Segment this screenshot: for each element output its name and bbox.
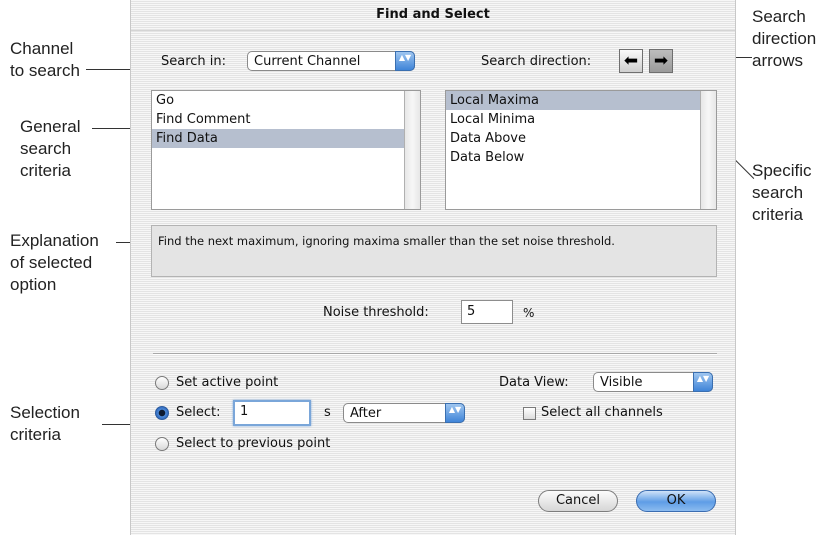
popup-arrows-icon: ▲▼ <box>693 372 713 392</box>
callout-line: direction <box>752 29 817 48</box>
search-in-popup[interactable]: Current Channel ▲▼ <box>247 51 415 71</box>
general-criteria-list[interactable]: Go Find Comment Find Data <box>151 90 421 210</box>
noise-threshold-unit: % <box>523 306 535 320</box>
select-relation-popup[interactable]: After ▲▼ <box>343 403 465 423</box>
set-active-point-radio[interactable] <box>155 376 169 390</box>
list-item[interactable]: Find Data <box>152 129 420 148</box>
select-label: Select: <box>176 405 221 420</box>
list-item[interactable]: Local Maxima <box>446 91 716 110</box>
callout-line: search <box>20 139 72 158</box>
cancel-button[interactable]: Cancel <box>538 490 618 512</box>
specific-criteria-list[interactable]: Local Maxima Local Minima Data Above Data B… <box>445 90 717 210</box>
general-list-scrollbar[interactable] <box>404 91 420 209</box>
callout-line: option <box>10 275 57 294</box>
popup-arrows-icon: ▲▼ <box>395 51 415 71</box>
separator <box>153 353 717 355</box>
noise-threshold-input[interactable]: 5 <box>461 300 513 324</box>
select-radio[interactable] <box>155 406 169 420</box>
callout-line: criteria <box>10 425 62 444</box>
data-view-popup[interactable]: Visible ▲▼ <box>593 372 713 392</box>
callout-general-search-criteria: General search criteria <box>20 116 80 182</box>
ok-button-label: OK <box>666 493 686 508</box>
callout-explanation: Explanation of selected option <box>10 230 99 296</box>
select-all-channels-label: Select all channels <box>541 405 663 420</box>
callout-line: Specific <box>752 161 812 180</box>
list-item[interactable]: Find Comment <box>152 110 420 129</box>
specific-list-scrollbar[interactable] <box>700 91 716 209</box>
callout-search-direction-arrows: Search direction arrows <box>752 6 816 72</box>
callout-line: Search <box>752 7 806 26</box>
ok-button[interactable]: OK <box>636 490 716 512</box>
select-relation-value: After <box>350 406 382 421</box>
list-item[interactable]: Local Minima <box>446 110 716 129</box>
search-backward-button[interactable]: ⬅ <box>619 49 643 73</box>
select-to-previous-point-label: Select to previous point <box>176 436 331 451</box>
find-and-select-dialog: Find and Select Search in: Current Chann… <box>130 0 736 535</box>
callout-selection-criteria: Selection criteria <box>10 402 80 446</box>
callout-line: criteria <box>752 205 804 224</box>
arrow-left-icon: ⬅ <box>623 51 639 71</box>
search-forward-button[interactable]: ➡ <box>649 49 673 73</box>
callout-line: to search <box>10 61 80 80</box>
callout-line: criteria <box>20 161 72 180</box>
callout-line: of selected <box>10 253 93 272</box>
popup-arrows-icon: ▲▼ <box>445 403 465 423</box>
callout-line: arrows <box>752 51 804 70</box>
callout-line: Channel <box>10 39 74 58</box>
dialog-title: Find and Select <box>131 0 735 31</box>
select-to-previous-point-radio[interactable] <box>155 437 169 451</box>
list-item[interactable]: Data Below <box>446 148 716 167</box>
callout-line: search <box>752 183 804 202</box>
callout-channel-to-search: Channel to search <box>10 38 80 82</box>
search-in-label: Search in: <box>161 54 227 69</box>
select-all-channels-checkbox[interactable] <box>523 407 536 420</box>
explanation-text: Find the next maximum, ignoring maxima s… <box>158 234 615 248</box>
callout-line: Explanation <box>10 231 99 250</box>
select-duration-input[interactable]: 1 <box>233 400 311 426</box>
select-duration-value: 1 <box>240 404 249 419</box>
data-view-label: Data View: <box>499 375 569 390</box>
callout-line: Selection <box>10 403 80 422</box>
list-item[interactable]: Data Above <box>446 129 716 148</box>
search-direction-label: Search direction: <box>481 54 592 69</box>
leader-line-general <box>92 128 130 129</box>
list-item[interactable]: Go <box>152 91 420 110</box>
select-duration-unit: s <box>324 405 331 420</box>
callout-line: General <box>20 117 81 136</box>
data-view-value: Visible <box>600 375 643 390</box>
callout-specific-search-criteria: Specific search criteria <box>752 160 812 226</box>
search-in-value: Current Channel <box>254 54 361 69</box>
cancel-button-label: Cancel <box>555 493 601 508</box>
arrow-right-icon: ➡ <box>653 51 669 71</box>
noise-threshold-label: Noise threshold: <box>323 305 429 320</box>
noise-threshold-value: 5 <box>467 304 476 319</box>
explanation-box: Find the next maximum, ignoring maxima s… <box>151 225 717 277</box>
set-active-point-label: Set active point <box>176 375 279 390</box>
